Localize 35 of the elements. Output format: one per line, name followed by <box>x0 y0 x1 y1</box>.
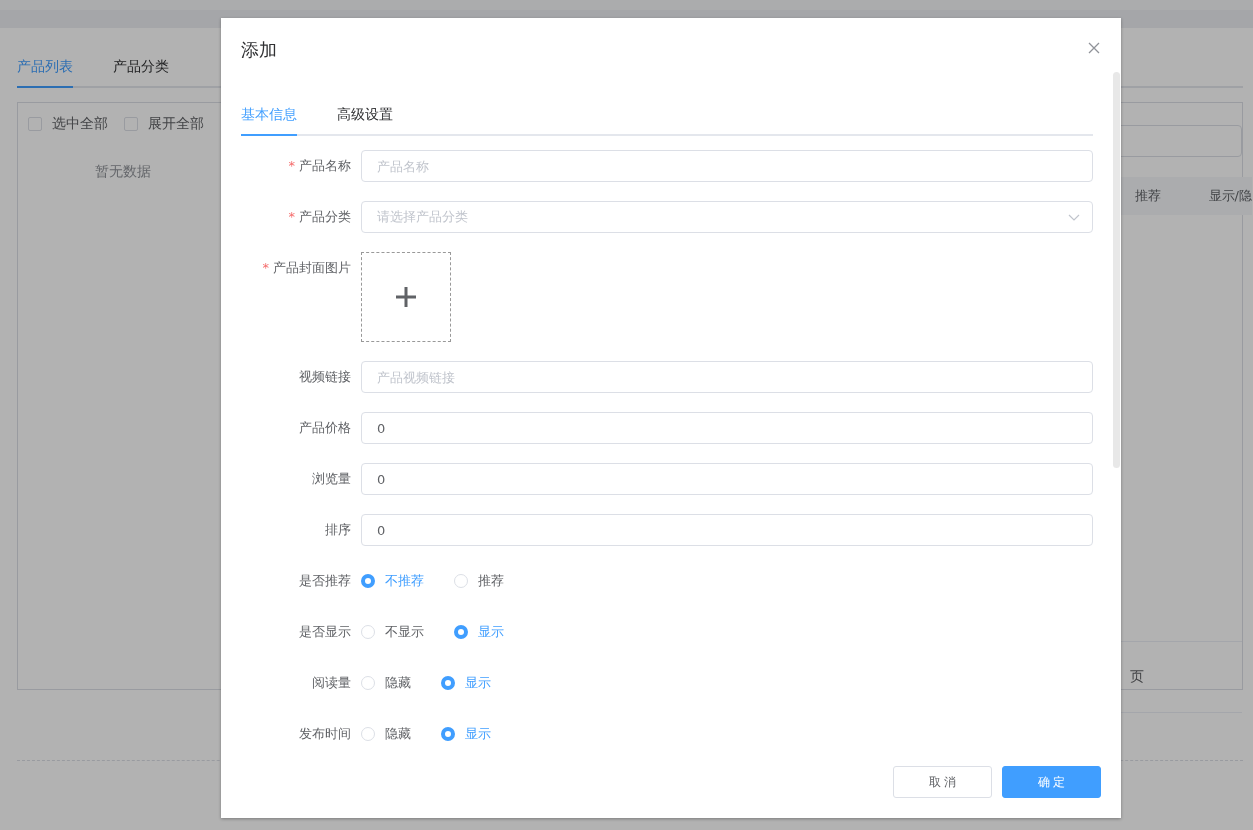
text-input[interactable]: 产品视频链接 <box>361 361 1093 393</box>
field-label: * 产品分类 <box>287 208 351 226</box>
text-input[interactable]: 0 <box>361 412 1093 444</box>
field-label: 浏览量 <box>311 470 351 488</box>
radio-option[interactable]: 不显示 <box>361 623 424 641</box>
field-label: 阅读量 <box>311 674 351 692</box>
page-tab[interactable]: 产品分类 <box>113 58 169 88</box>
field-label: 发布时间 <box>298 725 351 743</box>
checkbox-item[interactable]: 选中全部 <box>28 115 108 133</box>
field-label: 是否显示 <box>298 623 351 641</box>
field-label: 排序 <box>324 521 351 539</box>
dialog-tab[interactable]: 高级设置 <box>337 106 393 136</box>
radio-option[interactable]: 推荐 <box>454 572 504 590</box>
column-header: 显示/隐 <box>1208 187 1252 205</box>
column-header: 推荐 <box>1134 187 1161 205</box>
field-label: 是否推荐 <box>298 572 351 590</box>
cancel-button[interactable]: 取 消 <box>893 766 992 798</box>
upload-button[interactable] <box>361 252 451 342</box>
plus-icon <box>395 286 417 308</box>
chevron-down-icon <box>1068 213 1080 221</box>
field-label: * 产品封面图片 <box>261 259 351 277</box>
radio-option[interactable]: 隐藏 <box>361 725 411 743</box>
text-input[interactable]: 0 <box>361 463 1093 495</box>
dialog-title: 添加 <box>241 38 277 62</box>
scrollbar[interactable] <box>1113 72 1120 468</box>
checkbox-item[interactable]: 展开全部 <box>124 115 204 133</box>
field-label: * 产品名称 <box>287 157 351 175</box>
empty-text: 暂无数据 <box>94 163 152 181</box>
field-label: 产品价格 <box>298 419 351 437</box>
text-input[interactable]: 0 <box>361 514 1093 546</box>
pagination-text: 页 <box>1130 668 1144 686</box>
text-input[interactable]: 产品名称 <box>361 150 1093 182</box>
field-label: 视频链接 <box>298 368 351 386</box>
radio-option[interactable]: 隐藏 <box>361 674 411 692</box>
close-button[interactable] <box>1087 41 1101 55</box>
